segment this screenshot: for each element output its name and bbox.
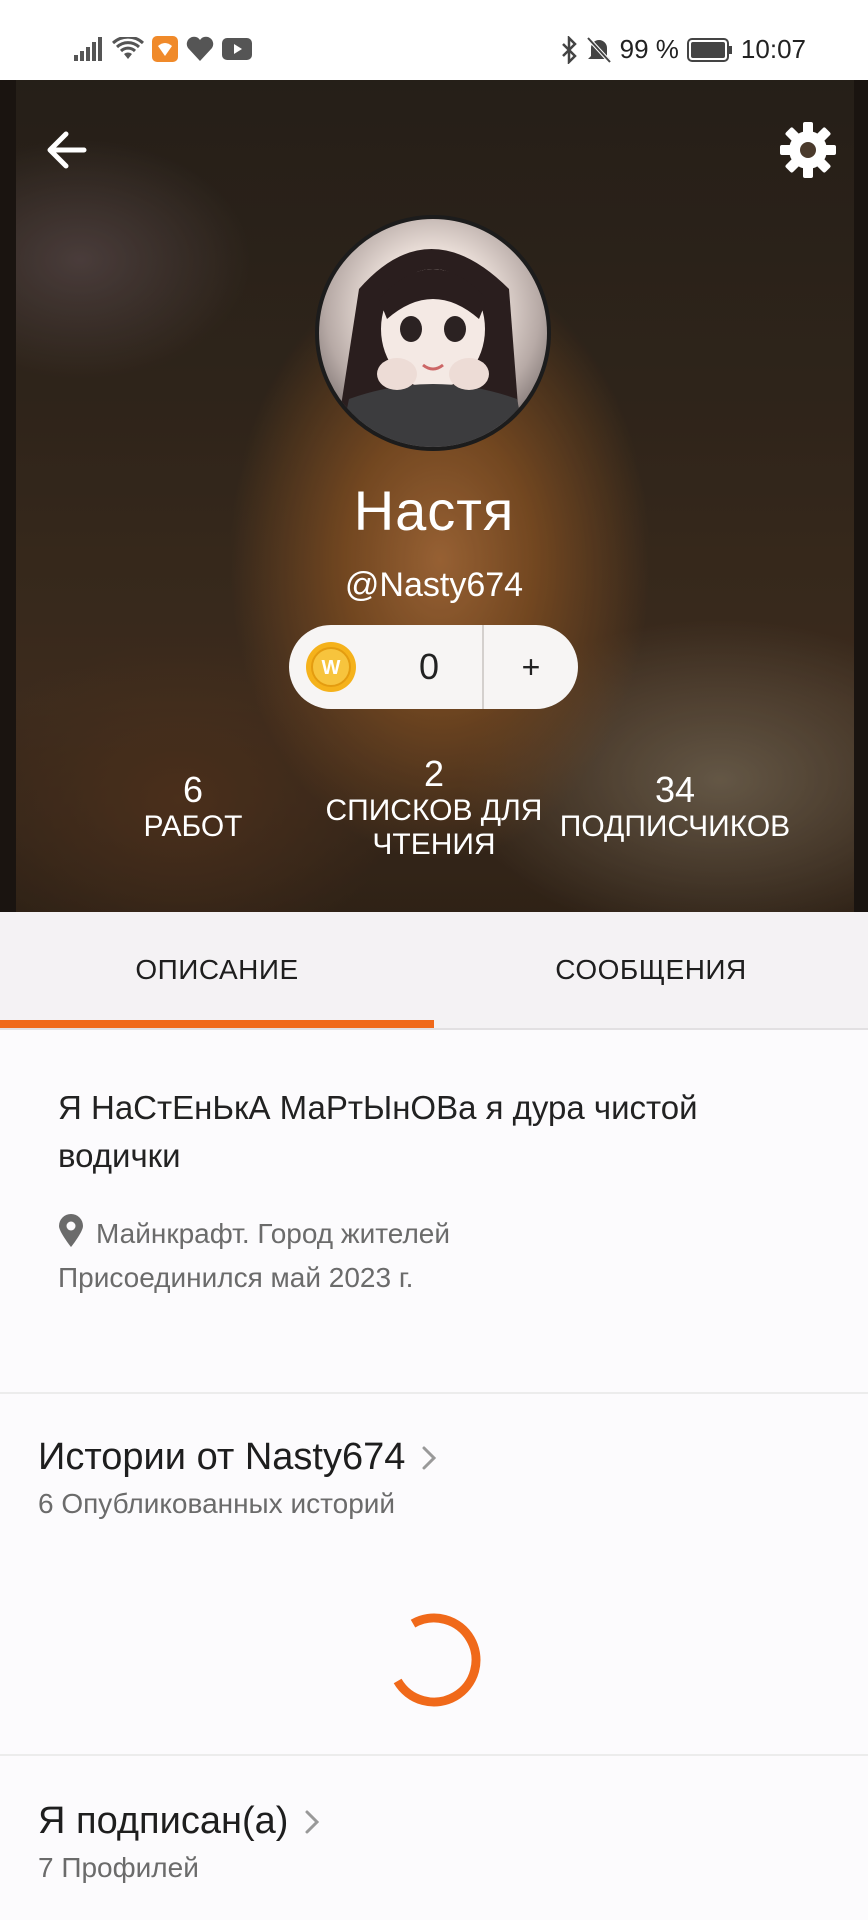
battery-icon (686, 37, 732, 62)
about-section: Я НаСтЕнЬкА МаРтЫнОВа я дура чистой води… (58, 1084, 818, 1180)
back-arrow-icon[interactable] (40, 122, 96, 178)
gear-icon[interactable] (776, 118, 840, 182)
stat-lists-value: 2 (423, 753, 445, 794)
stat-reading-lists[interactable]: 2 СПИСКОВ ДЛЯ ЧТЕНИЯ (314, 754, 554, 862)
stat-followers-label: ПОДПИСЧИКОВ (559, 810, 791, 843)
stat-works[interactable]: 6 РАБОТ (73, 770, 313, 844)
active-tab-indicator (0, 1020, 434, 1028)
bluetooth-icon (561, 35, 577, 64)
location-pin-icon (59, 1214, 83, 1247)
profile-header: Настя @Nasty674 W 0 + 6 РАБОТ 2 СПИСКОВ … (0, 80, 868, 912)
add-coins-button[interactable]: + (484, 625, 578, 709)
about-text: Я НаСтЕнЬкА МаРтЫнОВа я дура чистой води… (58, 1089, 698, 1174)
stories-count: 6 Опубликованных историй (38, 1488, 396, 1519)
location: Майнкрафт. Город жителей (58, 1214, 450, 1250)
app-notification-icon (152, 36, 178, 62)
coin-icon: W (306, 642, 356, 692)
following-section-header[interactable]: Я подписан(а) (38, 1800, 322, 1843)
stat-followers-value: 34 (654, 769, 696, 810)
signal-icon (74, 37, 102, 61)
clock: 10:07 (740, 34, 806, 64)
stat-lists-label: СПИСКОВ ДЛЯ ЧТЕНИЯ (325, 794, 543, 861)
coins-balance[interactable]: W 0 + (289, 625, 578, 709)
svg-text:W: W (322, 657, 341, 679)
status-bar: 99 % 10:07 (0, 0, 868, 80)
health-icon (186, 36, 214, 61)
display-name: Настя (353, 479, 515, 542)
mute-bell-icon (586, 36, 612, 63)
tab-description[interactable]: ОПИСАНИЕ (0, 912, 434, 1028)
tab-messages[interactable]: СООБЩЕНИЯ (434, 912, 868, 1028)
status-icons-right: 99 % 10:07 (560, 34, 806, 65)
status-icons-left (74, 36, 252, 62)
stat-works-value: 6 (182, 769, 204, 810)
divider (0, 1754, 868, 1756)
stories-section-header[interactable]: Истории от Nasty674 (38, 1436, 439, 1479)
battery-percent: 99 % (619, 34, 679, 64)
following-title: Я подписан(а) (38, 1800, 289, 1842)
wifi-icon (112, 37, 144, 59)
username: @Nasty674 (344, 566, 524, 604)
profile-tabs: ОПИСАНИЕ СООБЩЕНИЯ (0, 912, 868, 1030)
avatar-image (339, 249, 527, 447)
coins-value: 0 (418, 646, 440, 687)
stat-works-label: РАБОТ (143, 810, 243, 843)
chevron-right-icon (422, 1446, 437, 1469)
youtube-icon (222, 38, 252, 60)
stat-followers[interactable]: 34 ПОДПИСЧИКОВ (555, 770, 795, 844)
divider (0, 1392, 868, 1394)
location-text: Майнкрафт. Город жителей (96, 1218, 450, 1249)
chevron-right-icon (305, 1810, 320, 1833)
loading-spinner (393, 1613, 481, 1707)
following-count: 7 Профилей (38, 1852, 199, 1883)
stories-title: Истории от Nasty674 (38, 1436, 406, 1478)
joined-date: Присоединился май 2023 г. (58, 1262, 414, 1293)
avatar[interactable] (315, 215, 551, 451)
